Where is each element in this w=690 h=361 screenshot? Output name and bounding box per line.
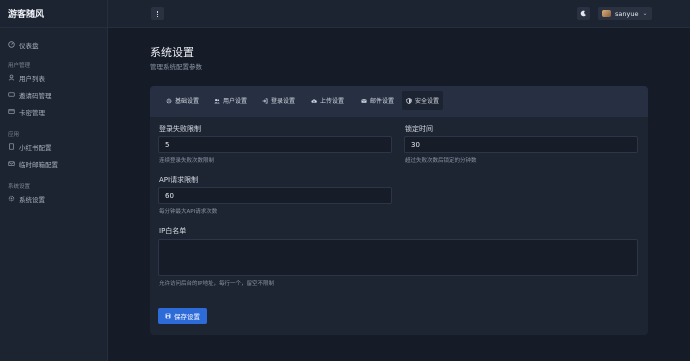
topbar: sanyue ⌄ bbox=[108, 0, 690, 28]
theme-toggle-button[interactable] bbox=[577, 7, 590, 20]
page-title: 系统设置 bbox=[150, 46, 194, 59]
tab-security[interactable]: 安全设置 bbox=[402, 91, 444, 110]
tab-label: 上传设置 bbox=[320, 98, 345, 105]
tab-label: 登录设置 bbox=[271, 98, 296, 105]
cloud-upload-icon bbox=[311, 98, 317, 103]
tab-basic[interactable]: 基础设置 bbox=[162, 91, 203, 110]
username: sanyue bbox=[615, 9, 639, 18]
ticket-icon bbox=[8, 91, 15, 98]
sidebar-item-label: 仪表盘 bbox=[19, 41, 39, 50]
lock-time-input[interactable]: 30 bbox=[404, 136, 638, 153]
save-icon bbox=[165, 313, 171, 319]
more-vertical-icon bbox=[156, 10, 159, 17]
api-rate-limit-help: 每分钟最大API请求次数 bbox=[159, 209, 218, 215]
lock-time-label: 锁定时间 bbox=[405, 125, 433, 133]
shield-icon bbox=[406, 97, 412, 104]
tab-users[interactable]: 用户设置 bbox=[210, 91, 251, 110]
tab-upload[interactable]: 上传设置 bbox=[307, 91, 348, 110]
sidebar-item-card-keys[interactable]: 卡密管理 bbox=[0, 103, 107, 120]
gear-icon bbox=[8, 195, 15, 202]
mail-icon bbox=[8, 160, 15, 167]
sidebar-group-title: 应用 bbox=[8, 132, 20, 138]
avatar bbox=[602, 10, 611, 17]
tab-label: 安全设置 bbox=[415, 98, 440, 105]
dashboard-icon bbox=[8, 41, 15, 48]
tab-email[interactable]: 邮件设置 bbox=[357, 91, 398, 110]
sidebar-group-title: 系统设置 bbox=[8, 184, 31, 190]
sidebar-item-label: 卡密管理 bbox=[19, 108, 45, 117]
sidebar-item-xiaohongshu-config[interactable]: 小红书配置 bbox=[0, 138, 107, 155]
sidebar-item-label: 小红书配置 bbox=[19, 143, 52, 152]
brand-logo[interactable]: 游客随风 bbox=[0, 0, 107, 28]
sidebar-item-label: 系统设置 bbox=[19, 195, 45, 204]
sidebar-group-title: 用户管理 bbox=[8, 63, 31, 69]
moon-icon bbox=[580, 10, 586, 17]
book-icon bbox=[8, 143, 15, 150]
sidebar-item-system-settings[interactable]: 系统设置 bbox=[0, 190, 107, 207]
sidebar-item-invite-codes[interactable]: 邀请码管理 bbox=[0, 86, 107, 103]
save-settings-button[interactable]: 保存设置 bbox=[158, 308, 207, 324]
save-button-label: 保存设置 bbox=[174, 313, 200, 321]
api-rate-limit-label: API请求限制 bbox=[159, 176, 199, 184]
tab-label: 用户设置 bbox=[223, 98, 248, 105]
api-rate-limit-input[interactable]: 60 bbox=[158, 187, 392, 204]
sidebar-item-user-list[interactable]: 用户列表 bbox=[0, 69, 107, 86]
users-icon bbox=[8, 74, 15, 81]
login-fail-limit-label: 登录失败限制 bbox=[159, 125, 201, 133]
ip-whitelist-help: 允许访问后台的IP地址，每行一个，留空不限制 bbox=[159, 281, 274, 287]
tab-label: 邮件设置 bbox=[370, 98, 395, 105]
sidebar-item-label: 用户列表 bbox=[19, 74, 45, 83]
sidebar-item-label: 临时邮箱配置 bbox=[19, 160, 58, 169]
ip-whitelist-label: IP白名单 bbox=[159, 227, 187, 235]
ip-whitelist-textarea[interactable] bbox=[158, 239, 638, 276]
gear-icon bbox=[166, 98, 172, 103]
users-icon bbox=[214, 98, 220, 103]
sign-in-icon bbox=[262, 98, 268, 103]
sidebar-item-temp-email-config[interactable]: 临时邮箱配置 bbox=[0, 155, 107, 172]
sidebar-item-label: 邀请码管理 bbox=[19, 91, 52, 100]
menu-toggle-button[interactable] bbox=[151, 7, 164, 20]
card-icon bbox=[8, 108, 15, 115]
settings-tabs: 基础设置 用户设置 登录设置 上传设置 邮件设置 安全设置 bbox=[150, 86, 648, 117]
tab-label: 基础设置 bbox=[175, 98, 200, 105]
user-menu[interactable]: sanyue ⌄ bbox=[598, 7, 652, 20]
tab-login[interactable]: 登录设置 bbox=[258, 91, 299, 110]
login-fail-limit-input[interactable]: 5 bbox=[158, 136, 392, 153]
envelope-icon bbox=[361, 98, 367, 103]
login-fail-limit-help: 连续登录失败次数限制 bbox=[159, 158, 215, 164]
settings-card: 基础设置 用户设置 登录设置 上传设置 邮件设置 安全设置 登录失败限制 5 连… bbox=[150, 86, 648, 335]
lock-time-help: 超过失败次数后锁定的分钟数 bbox=[405, 158, 477, 164]
page-subtitle: 管理系统配置参数 bbox=[150, 63, 202, 71]
sidebar-item-dashboard[interactable]: 仪表盘 bbox=[0, 36, 107, 53]
sidebar: 游客随风 仪表盘 用户管理 用户列表 邀请码管理 卡密管理 应用 小红书配置 临… bbox=[0, 0, 108, 361]
chevron-down-icon: ⌄ bbox=[642, 10, 648, 17]
